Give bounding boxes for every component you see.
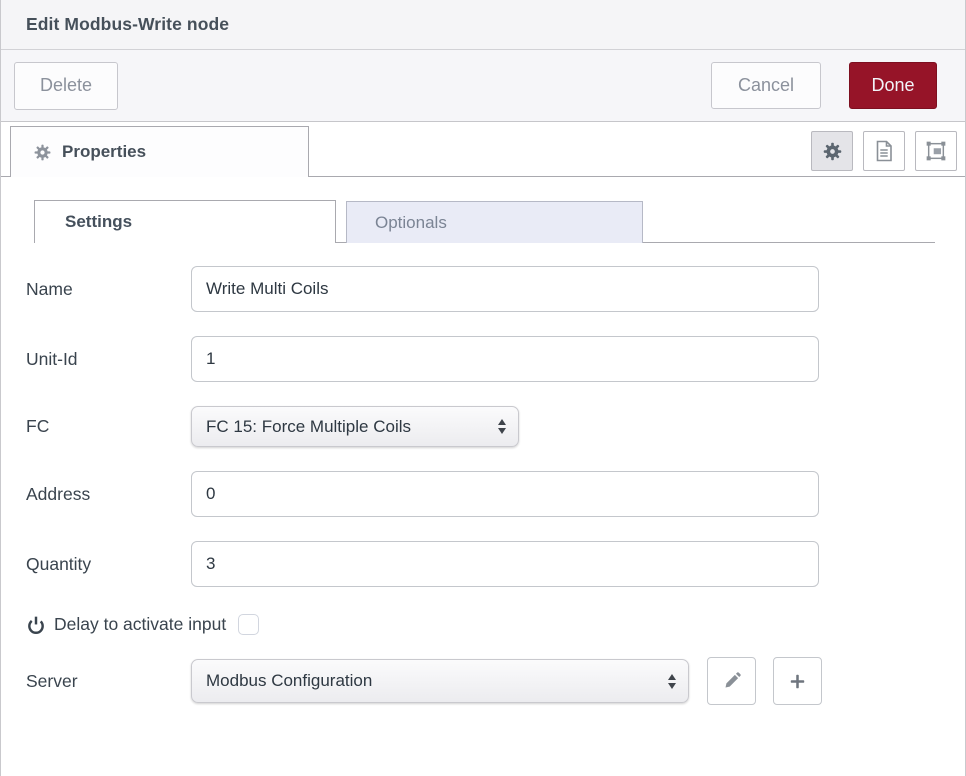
fc-select-value: FC 15: Force Multiple Coils (206, 417, 488, 437)
tray-toolbar: Delete Cancel Done (1, 50, 965, 122)
fc-label: FC (26, 416, 191, 437)
node-properties-content: Settings Optionals Name Unit-Id FC FC 15… (1, 177, 965, 705)
subtabs: Settings Optionals (34, 200, 935, 243)
address-input[interactable] (191, 471, 819, 517)
quantity-row: Quantity (26, 541, 933, 587)
tab-properties[interactable]: Properties (10, 126, 309, 177)
description-pane-button[interactable] (863, 131, 905, 171)
tray-title: Edit Modbus-Write node (26, 14, 229, 35)
server-label: Server (26, 671, 191, 692)
quantity-input[interactable] (191, 541, 819, 587)
delay-row: Delay to activate input (26, 614, 933, 635)
delay-checkbox[interactable] (238, 614, 259, 635)
edit-node-tray: Edit Modbus-Write node Delete Cancel Don… (0, 0, 966, 776)
settings-form: Name Unit-Id FC FC 15: Force Multiple Co… (26, 243, 933, 705)
name-row: Name (26, 266, 933, 312)
editor-toolbar (811, 131, 957, 171)
tab-settings[interactable]: Settings (34, 200, 336, 243)
server-select-value: Modbus Configuration (206, 671, 658, 691)
fc-select[interactable]: FC 15: Force Multiple Coils (191, 406, 519, 447)
select-arrows-icon (498, 419, 506, 434)
address-label: Address (26, 484, 191, 505)
gear-icon (33, 143, 52, 162)
delete-button[interactable]: Delete (14, 62, 118, 110)
document-icon (874, 140, 894, 162)
power-icon (26, 615, 46, 635)
plus-icon (788, 672, 807, 691)
name-input[interactable] (191, 266, 819, 312)
edit-pencil-button[interactable] (707, 657, 756, 705)
gear-icon (822, 141, 843, 162)
done-button[interactable]: Done (849, 62, 937, 109)
delay-label: Delay to activate input (54, 614, 226, 635)
tab-optionals[interactable]: Optionals (346, 201, 643, 243)
select-arrows-icon (668, 674, 676, 689)
unit-id-label: Unit-Id (26, 349, 191, 370)
cancel-button[interactable]: Cancel (711, 62, 821, 109)
add-button[interactable] (773, 657, 822, 705)
address-row: Address (26, 471, 933, 517)
tray-header: Edit Modbus-Write node (1, 0, 965, 50)
server-row: Server Modbus Configuration (26, 657, 933, 705)
quantity-label: Quantity (26, 554, 191, 575)
properties-pane-button[interactable] (811, 131, 853, 171)
fc-row: FC FC 15: Force Multiple Coils (26, 406, 933, 447)
name-label: Name (26, 279, 191, 300)
unit-id-input[interactable] (191, 336, 819, 382)
appearance-icon (925, 140, 947, 162)
pencil-icon (723, 672, 741, 690)
appearance-pane-button[interactable] (915, 131, 957, 171)
tab-properties-label: Properties (62, 142, 146, 162)
server-select[interactable]: Modbus Configuration (191, 659, 689, 703)
properties-tab-row: Properties (1, 122, 965, 177)
unit-id-row: Unit-Id (26, 336, 933, 382)
